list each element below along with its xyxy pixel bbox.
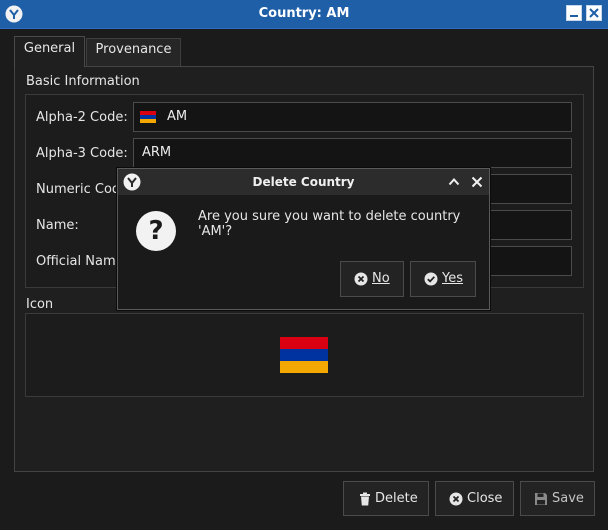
yes-label: Yes [442, 271, 463, 286]
basic-info-title: Basic Information [26, 74, 140, 89]
close-button[interactable]: Close [435, 481, 514, 516]
alpha3-value: ARM [142, 145, 172, 160]
dialog-titlebar: Delete Country [118, 169, 489, 195]
flag-band-orange [280, 360, 328, 373]
delete-country-dialog: Delete Country ? Are you sure you want t… [117, 168, 490, 310]
flag-icon [140, 111, 156, 123]
no-label: No [372, 271, 390, 286]
alpha2-value: AM [167, 109, 188, 124]
flag-band-red [280, 337, 328, 349]
no-button[interactable]: No [340, 261, 404, 297]
icon-section-title: Icon [26, 297, 54, 312]
trash-icon [360, 492, 370, 506]
close-circle-icon [354, 272, 368, 286]
dialog-title: Delete Country [252, 175, 355, 189]
alpha3-label: Alpha-3 Code: [36, 146, 128, 161]
delete-label: Delete [375, 491, 418, 506]
window-titlebar: Country: AM [0, 0, 608, 29]
alpha2-label: Alpha-2 Code: [36, 110, 128, 125]
flag-band-blue [280, 348, 328, 361]
save-label: Save [552, 491, 584, 506]
dialog-close-icon[interactable] [470, 175, 484, 189]
close-icon [589, 8, 599, 18]
yes-button[interactable]: Yes [410, 261, 476, 297]
close-label: Close [467, 491, 503, 506]
delete-button[interactable]: Delete [343, 481, 429, 516]
question-icon: ? [136, 211, 176, 251]
flag-band-orange [140, 118, 156, 123]
chevron-up-icon[interactable] [447, 175, 461, 189]
save-button[interactable]: Save [520, 481, 595, 516]
tab-provenance[interactable]: Provenance [86, 38, 181, 66]
window-title: Country: AM [258, 6, 350, 21]
armenia-flag-image [280, 337, 328, 373]
window-close-button[interactable] [586, 5, 602, 21]
save-icon [535, 493, 547, 505]
dialog-message: Are you sure you want to delete country … [198, 209, 461, 239]
close-circle-icon [449, 492, 463, 506]
minimize-button[interactable] [566, 5, 582, 21]
minimize-icon [570, 15, 578, 17]
official-name-label: Official Name: [36, 254, 129, 269]
name-label: Name: [36, 218, 79, 233]
check-circle-icon [424, 272, 438, 286]
alpha2-field[interactable]: AM [133, 102, 572, 132]
tab-general[interactable]: General [14, 36, 85, 67]
alpha3-field[interactable]: ARM [133, 138, 572, 168]
